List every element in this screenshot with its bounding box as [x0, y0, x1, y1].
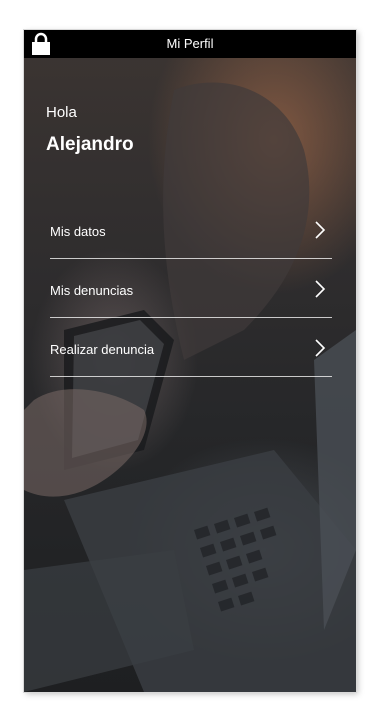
chevron-right-icon [315, 221, 326, 239]
user-name: Alejandro [46, 134, 134, 155]
profile-menu: Mis datos Mis denuncias Realizar denunci… [50, 200, 332, 377]
page-title: Mi Perfil [166, 36, 214, 51]
greeting-text: Hola [46, 104, 77, 121]
status-bar: Mi Perfil [24, 30, 356, 58]
menu-item-label: Mis datos [50, 224, 106, 239]
menu-item-mis-datos[interactable]: Mis datos [50, 200, 332, 259]
menu-item-mis-denuncias[interactable]: Mis denuncias [50, 259, 332, 318]
app-screen: Mi Perfil Hola Alejandro Mis datos Mis d… [24, 30, 356, 692]
menu-item-label: Realizar denuncia [50, 342, 155, 357]
chevron-right-icon [315, 339, 326, 357]
menu-item-realizar-denuncia[interactable]: Realizar denuncia [50, 318, 332, 377]
menu-item-label: Mis denuncias [50, 283, 134, 298]
chevron-right-icon [315, 280, 326, 298]
